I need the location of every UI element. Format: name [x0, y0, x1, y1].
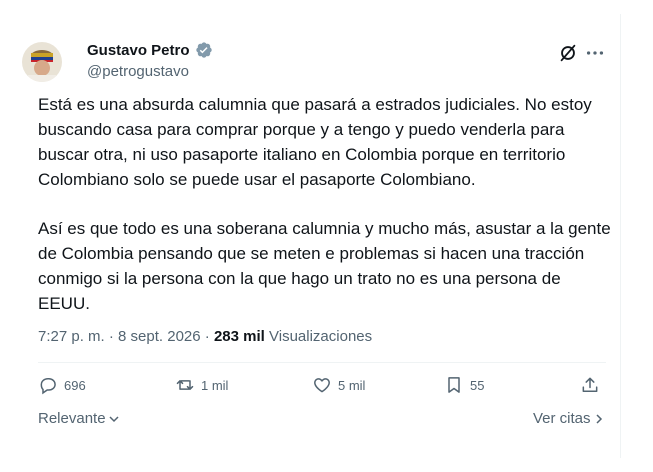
view-quotes-label: Ver citas: [533, 410, 591, 427]
views-count: 283 mil: [213, 328, 265, 345]
share-icon: [582, 377, 598, 392]
share-button[interactable]: [580, 375, 600, 395]
verified-badge-icon: [195, 42, 212, 58]
bookmark-button[interactable]: 55: [444, 375, 484, 395]
author-handle[interactable]: @petrogustavo: [87, 63, 189, 80]
sort-label: Relevante: [38, 410, 106, 427]
tweet-date[interactable]: 8 sept. 2026: [118, 328, 201, 345]
meta-separator: ·: [204, 328, 210, 345]
chevron-right-icon: [596, 413, 602, 424]
bookmark-count: 55: [470, 377, 485, 393]
tweet-meta: 7:27 p. m. · 8 sept. 2026 · 283 mil Visu…: [38, 328, 372, 345]
repost-icon: [176, 380, 194, 390]
views-label: Visualizaciones: [269, 328, 373, 345]
repost-button[interactable]: 1 mil: [175, 375, 228, 395]
chevron-down-icon: [109, 415, 119, 422]
reply-icon: [40, 378, 56, 395]
tweet-paragraph: Así es que todo es una soberana calumnia…: [38, 219, 611, 313]
more-icon[interactable]: [584, 42, 606, 64]
reply-button[interactable]: 696: [38, 375, 86, 395]
view-quotes-link[interactable]: Ver citas: [533, 410, 605, 427]
avatar[interactable]: [22, 42, 62, 82]
meta-separator: ·: [108, 328, 114, 345]
repost-count: 1 mil: [201, 377, 229, 393]
tweet-time[interactable]: 7:27 p. m.: [38, 328, 105, 345]
tweet-text: Está es una absurda calumnia que pasará …: [38, 92, 613, 316]
bookmark-icon: [448, 377, 460, 393]
like-count: 5 mil: [338, 377, 366, 393]
author-row[interactable]: Gustavo Petro: [87, 41, 213, 59]
tweet-paragraph: Está es una absurda calumnia que pasará …: [38, 95, 592, 189]
heart-icon: [314, 378, 330, 393]
reply-count: 696: [64, 377, 86, 393]
author-name[interactable]: Gustavo Petro: [87, 42, 190, 59]
action-bar: 696 1 mil 5 mil 55: [38, 375, 606, 401]
grok-icon[interactable]: [557, 42, 579, 64]
divider: [38, 362, 606, 363]
sort-dropdown[interactable]: Relevante: [38, 410, 120, 427]
like-button[interactable]: 5 mil: [312, 375, 365, 395]
